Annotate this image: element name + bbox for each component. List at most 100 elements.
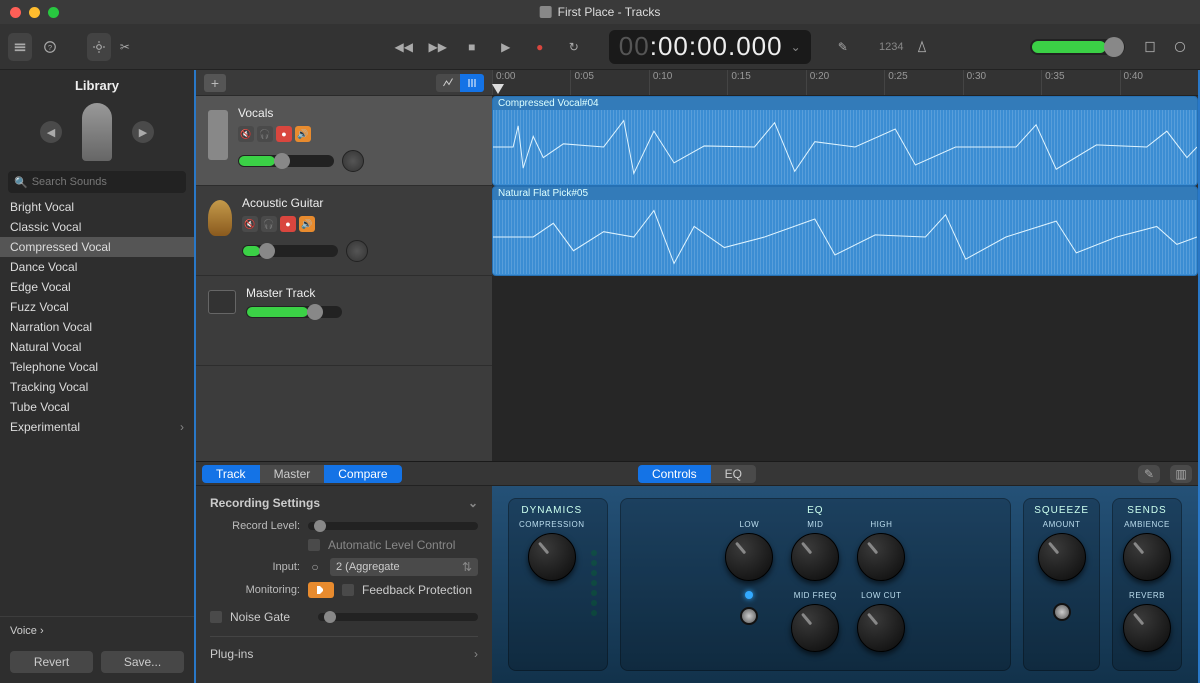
ruler-tick[interactable]: 0:10 — [649, 70, 727, 95]
solo-button[interactable]: 🎧 — [257, 126, 273, 142]
play-button[interactable]: ▶ — [491, 33, 521, 61]
empty-arrange-area[interactable] — [492, 276, 1198, 461]
monitoring-toggle[interactable] — [308, 582, 334, 598]
ambience-knob[interactable] — [1123, 533, 1171, 581]
minimize-window-button[interactable] — [29, 7, 40, 18]
loop-browser-button[interactable] — [1168, 33, 1192, 61]
library-item[interactable]: Dance Vocal — [0, 257, 194, 277]
input-monitor-button[interactable]: 🔊 — [295, 126, 311, 142]
library-item[interactable]: Classic Vocal — [0, 217, 194, 237]
record-button[interactable]: ● — [525, 33, 555, 61]
library-breadcrumb[interactable]: Voice › — [0, 616, 194, 645]
track-volume-slider[interactable] — [238, 155, 334, 167]
eq-bypass-switch[interactable] — [740, 607, 758, 625]
track-header[interactable]: Acoustic Guitar🔇🎧●🔊 — [196, 186, 492, 276]
waveform — [493, 200, 1197, 274]
squeeze-switch[interactable] — [1053, 603, 1071, 621]
library-item[interactable]: Telephone Vocal — [0, 357, 194, 377]
library-item[interactable]: Experimental› — [0, 417, 194, 437]
rewind-button[interactable]: ◀◀ — [389, 33, 419, 61]
save-button[interactable]: Save... — [101, 651, 184, 673]
ruler-tick[interactable]: 0:40 — [1120, 70, 1198, 95]
playhead[interactable] — [492, 84, 504, 96]
input-format-icon[interactable]: ○ — [308, 560, 322, 574]
input-monitor-button[interactable]: 🔊 — [299, 216, 315, 232]
feedback-checkbox[interactable] — [342, 584, 354, 596]
tuner-button[interactable]: ✎ — [831, 33, 855, 61]
add-track-button[interactable]: + — [204, 74, 226, 92]
scissors-icon[interactable]: ✂ — [117, 33, 133, 61]
eq-midfreq-knob[interactable] — [791, 604, 839, 652]
master-volume-slider[interactable] — [1030, 39, 1126, 55]
library-item[interactable]: Natural Vocal — [0, 337, 194, 357]
plugins-header[interactable]: Plug-ins — [210, 647, 253, 661]
record-level-slider[interactable] — [308, 522, 478, 530]
tab-master[interactable]: Master — [260, 465, 325, 483]
record-enable-button[interactable]: ● — [276, 126, 292, 142]
eq-lowcut-label: LOW CUT — [861, 591, 901, 600]
noise-gate-checkbox[interactable] — [210, 611, 222, 623]
solo-button[interactable]: 🎧 — [261, 216, 277, 232]
noise-gate-slider[interactable] — [318, 613, 478, 621]
tab-track[interactable]: Track — [202, 465, 260, 483]
search-input[interactable]: 🔍 Search Sounds — [8, 171, 186, 193]
mute-button[interactable]: 🔇 — [238, 126, 254, 142]
editor-wand-button[interactable]: ✎ — [1138, 465, 1160, 483]
help-button[interactable]: ? — [38, 33, 62, 61]
close-window-button[interactable] — [10, 7, 21, 18]
library-item[interactable]: Edge Vocal — [0, 277, 194, 297]
track-header-config-button[interactable] — [460, 74, 484, 92]
library-item[interactable]: Narration Vocal — [0, 317, 194, 337]
input-select[interactable]: 2 (Aggregate⇅ — [330, 558, 478, 576]
time-display[interactable]: 00:00:00.000 ⌄ — [609, 30, 811, 64]
eq-mid-knob[interactable] — [791, 533, 839, 581]
library-item[interactable]: Compressed Vocal — [0, 237, 194, 257]
pan-knob[interactable] — [346, 240, 368, 262]
tab-controls[interactable]: Controls — [638, 465, 711, 483]
library-toggle-button[interactable] — [8, 33, 32, 61]
recording-settings-header[interactable]: Recording Settings⌄ — [210, 496, 478, 510]
audio-region-2[interactable]: Natural Flat Pick#05 — [492, 186, 1198, 276]
eq-low-knob[interactable] — [725, 533, 773, 581]
tab-compare[interactable]: Compare — [324, 465, 401, 483]
notepad-button[interactable] — [1137, 33, 1161, 61]
pan-knob[interactable] — [342, 150, 364, 172]
mute-button[interactable]: 🔇 — [242, 216, 258, 232]
ruler-tick[interactable]: 0:25 — [884, 70, 962, 95]
ruler-tick[interactable]: 0:05 — [570, 70, 648, 95]
ruler-tick[interactable]: 0:30 — [963, 70, 1041, 95]
record-enable-button[interactable]: ● — [280, 216, 296, 232]
time-menu-icon[interactable]: ⌄ — [791, 40, 801, 54]
eq-high-knob[interactable] — [857, 533, 905, 581]
tab-eq[interactable]: EQ — [711, 465, 756, 483]
ruler-tick[interactable]: 0:20 — [806, 70, 884, 95]
ruler-tick[interactable]: 0:15 — [727, 70, 805, 95]
automation-button[interactable] — [436, 74, 460, 92]
track-volume-slider[interactable] — [246, 306, 342, 318]
library-back-button[interactable]: ◀ — [40, 121, 62, 143]
reverb-knob[interactable] — [1123, 604, 1171, 652]
cycle-button[interactable]: ↻ — [559, 33, 589, 61]
library-item[interactable]: Tracking Vocal — [0, 377, 194, 397]
eq-lowcut-knob[interactable] — [857, 604, 905, 652]
tempo-display[interactable]: 1234 — [879, 41, 903, 53]
compression-knob[interactable] — [528, 533, 576, 581]
squeeze-knob[interactable] — [1038, 533, 1086, 581]
zoom-window-button[interactable] — [48, 7, 59, 18]
stop-button[interactable]: ■ — [457, 33, 487, 61]
metronome-button[interactable] — [909, 33, 933, 61]
library-item[interactable]: Tube Vocal — [0, 397, 194, 417]
editor-view-button[interactable]: ▥ — [1170, 465, 1192, 483]
alc-checkbox[interactable] — [308, 539, 320, 551]
library-forward-button[interactable]: ▶ — [132, 121, 154, 143]
library-item[interactable]: Fuzz Vocal — [0, 297, 194, 317]
track-volume-slider[interactable] — [242, 245, 338, 257]
library-item[interactable]: Bright Vocal — [0, 197, 194, 217]
ruler-tick[interactable]: 0:35 — [1041, 70, 1119, 95]
revert-button[interactable]: Revert — [10, 651, 93, 673]
track-header[interactable]: Vocals🔇🎧●🔊 — [196, 96, 492, 186]
audio-region-1[interactable]: Compressed Vocal#04 — [492, 96, 1198, 186]
settings-button[interactable] — [87, 33, 111, 61]
track-header[interactable]: Master Track — [196, 276, 492, 366]
forward-button[interactable]: ▶▶ — [423, 33, 453, 61]
